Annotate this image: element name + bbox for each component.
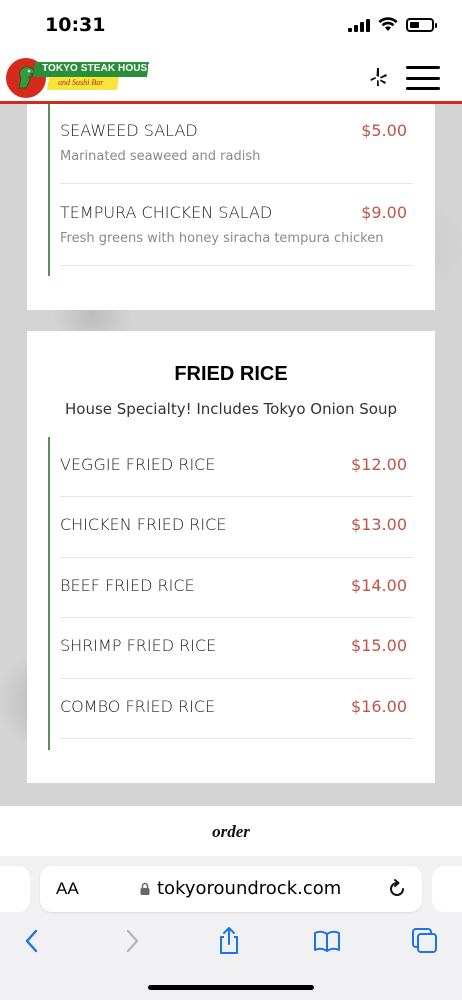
status-time: 10:31	[45, 14, 106, 36]
menu-item-price: $14.00	[351, 576, 407, 595]
order-link[interactable]: order	[0, 822, 462, 842]
reload-icon[interactable]	[386, 878, 408, 900]
forward-icon[interactable]	[117, 926, 147, 956]
url-text[interactable]: tokyoroundrock.com	[157, 878, 341, 899]
menu-item: SEAWEED SALAD $5.00 Marinated seaweed an…	[60, 104, 413, 184]
share-icon[interactable]	[214, 926, 244, 956]
status-icons	[348, 17, 437, 32]
menu-accent-bar	[48, 104, 50, 276]
back-icon[interactable]	[17, 926, 47, 956]
menu-item-price: $5.00	[361, 121, 407, 140]
logo-title: TOKYO STEAK HOUSE	[42, 63, 155, 74]
menu-item-name: SEAWEED SALAD	[60, 121, 198, 140]
menu-item-name: CHICKEN FRIED RICE	[60, 515, 227, 534]
address-bar[interactable]: AA tokyoroundrock.com	[40, 866, 422, 912]
lock-icon	[140, 882, 150, 895]
bookmarks-icon[interactable]	[312, 926, 342, 956]
menu-item-name: BEEF FRIED RICE	[60, 576, 195, 595]
salad-menu-card: SEAWEED SALAD $5.00 Marinated seaweed an…	[27, 104, 435, 310]
menu-item: SHRIMP FRIED RICE $15.00	[60, 618, 413, 679]
site-logo[interactable]: TOKYO STEAK HOUSE and Sushi Bar	[6, 58, 154, 100]
menu-item-name: COMBO FRIED RICE	[60, 697, 216, 716]
menu-item-name: TEMPURA CHICKEN SALAD	[60, 203, 273, 222]
menu-item-price: $15.00	[351, 636, 407, 655]
status-bar: 10:31	[0, 0, 462, 52]
menu-item-name: SHRIMP FRIED RICE	[60, 636, 217, 655]
logo-subtitle: and Sushi Bar	[58, 78, 104, 87]
order-bar: order	[0, 806, 462, 862]
next-tab-preview[interactable]	[432, 866, 462, 912]
menu-item: TEMPURA CHICKEN SALAD $9.00 Fresh greens…	[60, 184, 413, 266]
menu-item: VEGGIE FRIED RICE $12.00	[60, 437, 413, 497]
site-header: TOKYO STEAK HOUSE and Sushi Bar	[0, 52, 462, 104]
menu-item-description: Marinated seaweed and radish	[60, 149, 261, 164]
menu-accent-bar	[48, 437, 50, 750]
hamburger-menu-icon[interactable]	[406, 66, 440, 90]
fried-rice-menu-card: FRIED RICE House Specialty! Includes Tok…	[27, 331, 435, 783]
browser-toolbar	[0, 926, 462, 962]
section-title: FRIED RICE	[174, 363, 288, 385]
browser-chrome: AA tokyoroundrock.com	[0, 856, 462, 1000]
cellular-signal-icon	[348, 18, 370, 32]
battery-icon	[406, 17, 437, 32]
previous-tab-preview[interactable]	[0, 866, 30, 912]
text-size-button[interactable]: AA	[56, 879, 79, 899]
page: 10:31 TOKYO STEAK HOUSE and Sushi Bar SE…	[0, 0, 462, 1000]
menu-item-price: $13.00	[351, 515, 407, 534]
menu-item-name: VEGGIE FRIED RICE	[60, 455, 216, 474]
menu-item-description: Fresh greens with honey siracha tempura …	[60, 231, 384, 246]
home-indicator	[148, 985, 314, 990]
menu-item: COMBO FRIED RICE $16.00	[60, 679, 413, 739]
menu-item: CHICKEN FRIED RICE $13.00	[60, 497, 413, 558]
menu-item-price: $9.00	[361, 203, 407, 222]
section-subtitle: House Specialty! Includes Tokyo Onion So…	[65, 400, 397, 418]
menu-item-price: $12.00	[351, 455, 407, 474]
tabs-icon[interactable]	[410, 926, 440, 956]
wifi-icon	[378, 17, 398, 31]
yelp-icon[interactable]	[368, 66, 390, 88]
menu-item-price: $16.00	[351, 697, 407, 716]
menu-item: BEEF FRIED RICE $14.00	[60, 558, 413, 618]
